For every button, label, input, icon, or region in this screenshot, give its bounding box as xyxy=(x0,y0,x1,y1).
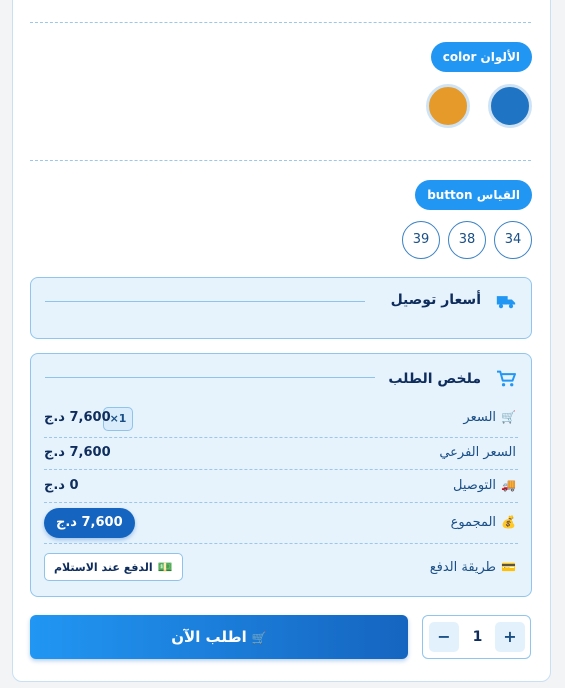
divider xyxy=(30,160,531,161)
payment-method-label: 💳طريقة الدفع xyxy=(429,560,516,575)
price-row-label: 🛒السعر xyxy=(463,410,516,425)
delivery-prices-box[interactable]: أسعار توصيل xyxy=(30,277,532,339)
quantity-value[interactable]: 1 xyxy=(463,616,492,658)
subtotal-row-label: السعر الفرعي xyxy=(439,445,516,460)
credit-card-icon: 💳 xyxy=(501,560,516,574)
row-divider xyxy=(44,502,518,503)
title-underline xyxy=(45,301,365,302)
money-bag-icon: 💰 xyxy=(501,515,516,529)
subtotal-value: 7,600 د.ج xyxy=(44,445,111,460)
divider xyxy=(30,22,531,23)
order-summary-box: ملخص الطلب 🛒السعر ×1 7,600 د.ج السعر الف… xyxy=(30,353,532,597)
total-row-label: 💰المجموع xyxy=(450,515,516,530)
decrease-quantity-button[interactable]: − xyxy=(429,622,459,652)
delivery-value: 0 د.ج xyxy=(44,478,79,493)
payment-method-badge: 💵الدفع عند الاستلام xyxy=(44,553,183,581)
size-label: القياس button xyxy=(415,180,532,210)
color-swatch-blue[interactable] xyxy=(488,84,532,128)
row-divider xyxy=(44,543,518,544)
cash-icon: 💵 xyxy=(157,560,173,574)
quantity-stepper: + 1 − xyxy=(422,615,531,659)
row-divider xyxy=(44,469,518,470)
cart-icon: 🛒 xyxy=(501,410,516,424)
delivery-row-label: 🚚التوصيل xyxy=(453,478,516,493)
order-summary-title: ملخص الطلب xyxy=(388,371,481,387)
title-underline xyxy=(45,377,375,378)
total-value: 7,600 د.ج xyxy=(44,508,135,538)
truck-icon: 🚚 xyxy=(501,478,516,492)
size-option-38[interactable]: 38 xyxy=(448,221,486,259)
delivery-prices-title: أسعار توصيل xyxy=(390,292,481,308)
truck-icon xyxy=(496,296,516,309)
colors-label: الألوان color xyxy=(430,42,532,72)
price-value: 7,600 د.ج xyxy=(44,410,111,425)
size-option-34[interactable]: 34 xyxy=(494,221,532,259)
increase-quantity-button[interactable]: + xyxy=(495,622,525,652)
order-now-button[interactable]: 🛒اطلب الآن xyxy=(30,615,408,659)
cart-icon: 🛒 xyxy=(251,631,267,645)
row-divider xyxy=(44,437,518,438)
size-option-39[interactable]: 39 xyxy=(402,221,440,259)
color-swatch-orange[interactable] xyxy=(426,84,470,128)
cart-icon xyxy=(497,370,516,387)
